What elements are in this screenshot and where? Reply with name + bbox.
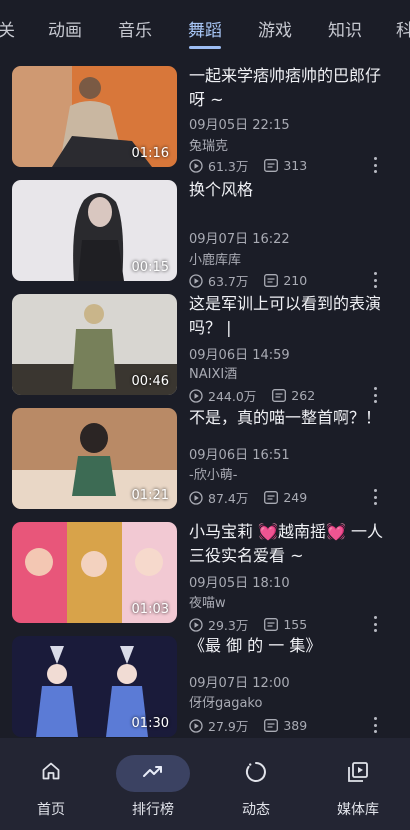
video-date: 09月07日 12:00 <box>189 676 290 691</box>
video-thumbnail[interactable]: 00:15 <box>12 180 177 281</box>
activity-icon <box>245 762 266 782</box>
nav-activity[interactable]: 动态 <box>205 738 307 830</box>
video-duration: 00:46 <box>131 374 169 389</box>
view-count: 61.3万 <box>208 159 249 174</box>
video-title[interactable]: 不是，真的喵一整首啊？！ <box>189 406 389 430</box>
danmaku-count: 389 <box>283 718 308 733</box>
active-tab-indicator <box>189 46 221 49</box>
play-count-icon <box>189 158 203 173</box>
danmaku-count-icon <box>264 719 279 732</box>
video-thumbnail[interactable]: 01:21 <box>12 408 177 509</box>
video-stats: 27.9万 389 <box>189 716 307 735</box>
danmaku-count: 249 <box>283 490 308 505</box>
video-date: 09月05日 18:10 <box>189 576 290 591</box>
video-duration: 01:30 <box>131 716 169 731</box>
trending-icon <box>143 766 162 777</box>
play-count-icon <box>189 718 203 733</box>
video-title[interactable]: 这是军训上可以看到的表演吗？ | <box>189 292 389 340</box>
danmaku-count: 262 <box>291 388 316 403</box>
danmaku-count-icon <box>264 274 279 287</box>
video-list[interactable]: 01:16 一起来学痞帅痞帅的巴郎仔呀 ~ 09月05日 22:15 兔瑞克 6… <box>0 60 410 738</box>
more-options-icon[interactable] <box>370 717 380 733</box>
nav-home-label: 首页 <box>37 802 65 818</box>
danmaku-count: 313 <box>283 158 308 173</box>
bottom-navigation: 首页 排行榜 动态 媒体库 <box>0 738 410 830</box>
home-icon <box>42 762 60 780</box>
more-options-icon[interactable] <box>370 157 380 173</box>
video-duration: 00:15 <box>131 260 169 275</box>
video-author[interactable]: -欣小萌- <box>189 464 237 483</box>
video-duration: 01:21 <box>131 488 169 503</box>
tab-knowledge[interactable]: 知识 <box>328 16 362 41</box>
danmaku-count-icon <box>264 159 279 172</box>
tab-partial-right[interactable]: 科 <box>396 16 410 41</box>
danmaku-count-icon <box>264 491 279 504</box>
video-duration: 01:03 <box>131 602 169 617</box>
video-duration: 01:16 <box>131 146 169 161</box>
video-item[interactable]: 01:21 不是，真的喵一整首啊？！ 09月06日 16:51 -欣小萌- 87… <box>0 402 410 509</box>
video-stats: 87.4万 249 <box>189 488 307 507</box>
tab-dance[interactable]: 舞蹈 <box>188 16 222 41</box>
video-date: 09月06日 14:59 <box>189 348 290 363</box>
video-title[interactable]: 一起来学痞帅痞帅的巴郎仔呀 ~ <box>189 64 389 112</box>
nav-library[interactable]: 媒体库 <box>307 738 409 830</box>
nav-library-label: 媒体库 <box>337 802 379 818</box>
video-author[interactable]: 伢伢gagako <box>189 692 262 711</box>
danmaku-count: 210 <box>283 273 308 288</box>
category-tabs: 关 动画 音乐 舞蹈 游戏 知识 科 <box>0 0 410 52</box>
video-date: 09月06日 16:51 <box>189 448 290 463</box>
nav-activity-label: 动态 <box>242 802 270 818</box>
video-item[interactable]: 01:16 一起来学痞帅痞帅的巴郎仔呀 ~ 09月05日 22:15 兔瑞克 6… <box>0 60 410 174</box>
danmaku-count-icon <box>272 389 287 402</box>
nav-ranking-label: 排行榜 <box>132 802 174 818</box>
video-title[interactable]: 《最 御 的 一 集》 <box>189 634 389 658</box>
video-author[interactable]: 兔瑞克 <box>189 135 228 154</box>
video-author[interactable]: 小鹿库库 <box>189 249 241 268</box>
video-stats: 61.3万 313 <box>189 156 307 175</box>
nav-ranking[interactable]: 排行榜 <box>102 738 204 830</box>
video-thumbnail[interactable]: 01:03 <box>12 522 177 623</box>
video-date: 09月07日 16:22 <box>189 232 290 247</box>
play-count-icon <box>189 388 203 403</box>
tab-game[interactable]: 游戏 <box>258 16 292 41</box>
tab-partial-left[interactable]: 关 <box>0 16 15 41</box>
view-count: 87.4万 <box>208 491 249 506</box>
tab-music[interactable]: 音乐 <box>118 16 152 41</box>
video-author[interactable]: 夜喵w <box>189 592 226 611</box>
more-options-icon[interactable] <box>370 272 380 288</box>
video-thumbnail[interactable]: 01:30 <box>12 636 177 737</box>
video-item[interactable]: 01:30 《最 御 的 一 集》 09月07日 12:00 伢伢gagako … <box>0 630 410 737</box>
video-item[interactable]: 00:15 换个风格 09月07日 16:22 小鹿库库 63.7万 210 <box>0 174 410 289</box>
video-thumbnail[interactable]: 00:46 <box>12 294 177 395</box>
video-thumbnail[interactable]: 01:16 <box>12 66 177 167</box>
library-icon <box>348 762 368 782</box>
video-item[interactable]: 01:03 小马宝莉 💓越南摇💓 一人三役实名爱看 ~ 09月05日 18:10… <box>0 516 410 633</box>
video-title[interactable]: 小马宝莉 💓越南摇💓 一人三役实名爱看 ~ <box>189 520 389 568</box>
video-title[interactable]: 换个风格 <box>189 178 389 202</box>
video-author[interactable]: NAIXI酒 <box>189 363 237 382</box>
tab-animation[interactable]: 动画 <box>48 16 82 41</box>
nav-home[interactable]: 首页 <box>0 738 102 830</box>
video-date: 09月05日 22:15 <box>189 118 290 133</box>
play-count-icon <box>189 490 203 505</box>
more-options-icon[interactable] <box>370 387 380 403</box>
video-item[interactable]: 00:46 这是军训上可以看到的表演吗？ | 09月06日 14:59 NAIX… <box>0 288 410 404</box>
view-count: 27.9万 <box>208 719 249 734</box>
more-options-icon[interactable] <box>370 489 380 505</box>
play-count-icon <box>189 273 203 288</box>
